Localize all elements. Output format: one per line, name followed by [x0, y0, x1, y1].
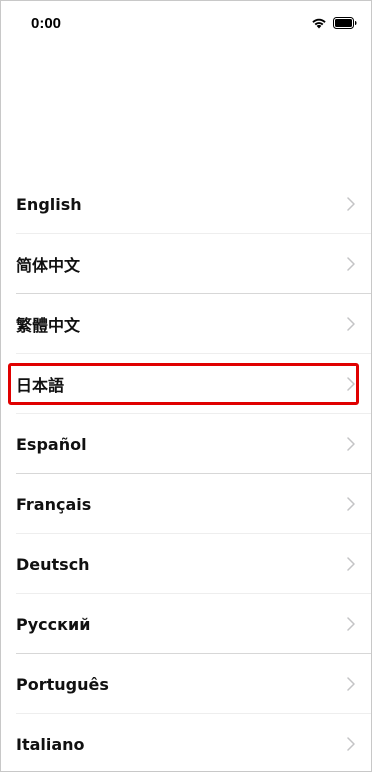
language-row-spanish[interactable]: Español — [1, 414, 371, 474]
language-label: 繁體中文 — [16, 316, 81, 335]
language-label: 日本語 — [16, 376, 65, 395]
language-label: Italiano — [16, 734, 85, 754]
battery-icon — [333, 17, 357, 29]
chevron-right-icon — [347, 437, 355, 451]
language-row-italian[interactable]: Italiano — [1, 714, 371, 771]
language-row-traditional-chinese[interactable]: 繁體中文 — [1, 294, 371, 354]
language-label: Deutsch — [16, 554, 90, 574]
chevron-right-icon — [347, 317, 355, 331]
language-label: Русский — [16, 614, 91, 634]
chevron-right-icon — [347, 497, 355, 511]
chevron-right-icon — [347, 557, 355, 571]
language-row-french[interactable]: Français — [1, 474, 371, 534]
language-label: Español — [16, 434, 87, 454]
language-row-japanese[interactable]: 日本語 — [1, 354, 371, 414]
language-label: Português — [16, 674, 109, 694]
status-icons — [311, 15, 357, 31]
language-row-german[interactable]: Deutsch — [1, 534, 371, 594]
chevron-right-icon — [347, 617, 355, 631]
language-row-portuguese[interactable]: Português — [1, 654, 371, 714]
chevron-right-icon — [347, 197, 355, 211]
chevron-right-icon — [347, 677, 355, 691]
language-label: English — [16, 194, 82, 214]
chevron-right-icon — [347, 737, 355, 751]
status-bar: 0:00 — [1, 1, 371, 45]
language-row-russian[interactable]: Русский — [1, 594, 371, 654]
chevron-right-icon — [347, 377, 355, 391]
language-row-english[interactable]: English — [1, 174, 371, 234]
language-row-simplified-chinese[interactable]: 简体中文 — [1, 234, 371, 294]
language-label: Français — [16, 494, 92, 514]
language-label: 简体中文 — [16, 256, 81, 275]
status-time: 0:00 — [31, 15, 62, 32]
chevron-right-icon — [347, 257, 355, 271]
phone-screen: 0:00 English 简体中文 繁體中文 日本語 Español Franç… — [0, 0, 372, 772]
wifi-icon — [311, 17, 327, 29]
language-list: English 简体中文 繁體中文 日本語 Español Français D… — [1, 174, 371, 771]
